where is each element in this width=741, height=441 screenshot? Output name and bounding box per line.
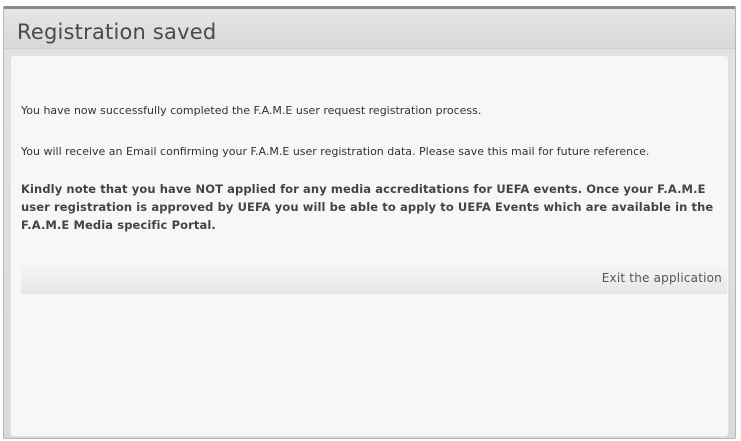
dialog-title-bar: Registration saved bbox=[4, 9, 735, 49]
registration-dialog: Registration saved You have now successf… bbox=[3, 6, 736, 439]
completion-message: You have now successfully completed the … bbox=[21, 104, 482, 117]
dialog-footer: Exit the application bbox=[21, 264, 727, 294]
dialog-content: You have now successfully completed the … bbox=[10, 55, 729, 437]
email-confirmation-message: You will receive an Email confirming you… bbox=[21, 145, 650, 158]
accreditation-note: Kindly note that you have NOT applied fo… bbox=[21, 182, 714, 232]
exit-application-link[interactable]: Exit the application bbox=[602, 271, 722, 285]
dialog-title: Registration saved bbox=[17, 20, 217, 44]
